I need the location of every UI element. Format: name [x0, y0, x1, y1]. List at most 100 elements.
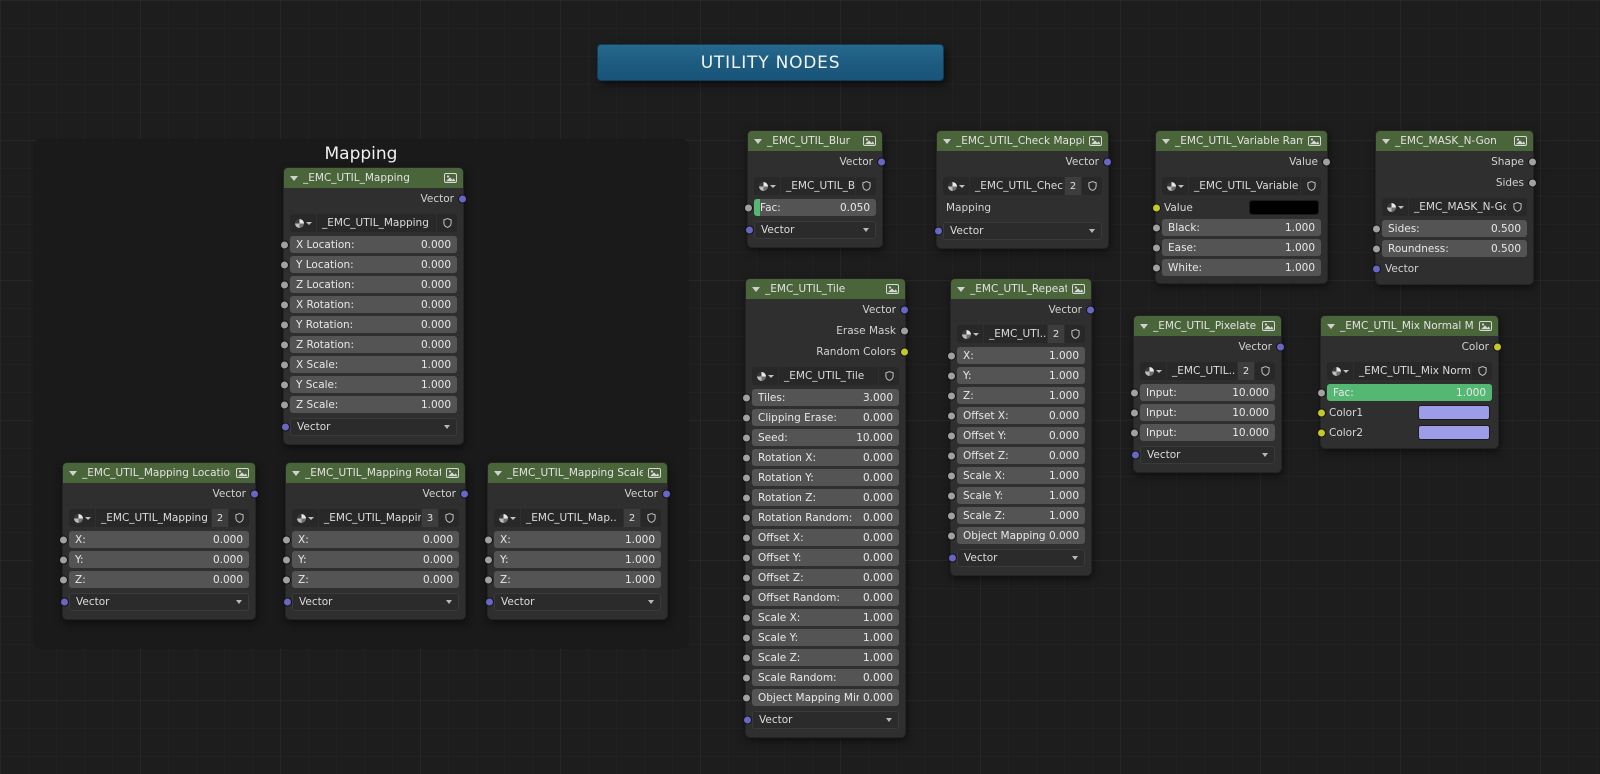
value-input-socket[interactable]: [742, 493, 751, 502]
number-field[interactable]: Ease: 1.000: [1152, 239, 1321, 256]
collapse-icon[interactable]: [290, 175, 298, 181]
user-count-badge[interactable]: 2: [212, 509, 228, 527]
datablock-name-field[interactable]: _EMC_UTIL_Variable Ra..: [1189, 177, 1300, 195]
value-input-socket[interactable]: [742, 653, 751, 662]
node-tile[interactable]: _EMC_UTIL_Tile Vector Erase Mask Random Col…: [742, 278, 909, 738]
node-maprot[interactable]: _EMC_UTIL_Mapping RotationVector_EMC_UTI…: [282, 462, 469, 620]
node-header[interactable]: _EMC_UTIL_Tile: [746, 279, 905, 299]
collapse-icon[interactable]: [1162, 138, 1170, 144]
value-input-socket[interactable]: [1152, 263, 1161, 272]
browse-datablock-button[interactable]: [752, 367, 778, 385]
number-field[interactable]: X: 0.000: [59, 531, 249, 548]
datablock-name-field[interactable]: _EMC_UTIL_Map..: [521, 509, 623, 527]
vector-input-socket[interactable]: [934, 226, 943, 236]
browse-datablock-button[interactable]: [957, 325, 983, 343]
number-field[interactable]: Object Mapping Mirror:0.000: [742, 689, 899, 706]
user-count-badge[interactable]: 2: [624, 509, 640, 527]
number-field[interactable]: Rotation Y: 0.000: [742, 469, 899, 486]
number-field[interactable]: Y: 0.000: [282, 551, 459, 568]
value-input-socket[interactable]: [1130, 428, 1139, 437]
value-input-socket[interactable]: [742, 473, 751, 482]
collapse-icon[interactable]: [752, 286, 760, 292]
number-field[interactable]: Y: 1.000: [947, 367, 1085, 384]
value-input-socket[interactable]: [280, 360, 289, 369]
fake-user-shield-button[interactable]: [856, 177, 876, 195]
vector-output-socket[interactable]: [1276, 342, 1285, 352]
value-input-socket[interactable]: [280, 320, 289, 329]
vector-input-socket[interactable]: [1131, 450, 1140, 460]
node-header[interactable]: _EMC_UTIL_Mapping Scale: [488, 463, 667, 483]
vector-input-socket[interactable]: [283, 597, 292, 607]
browse-datablock-button[interactable]: [290, 214, 316, 232]
number-field[interactable]: Rotation X: 0.000: [742, 449, 899, 466]
node-ramp[interactable]: _EMC_UTIL_Variable Ramp Value _EMC_UTIL_Va…: [1152, 130, 1331, 284]
fake-user-shield-button[interactable]: [1507, 198, 1527, 216]
browse-datablock-button[interactable]: [292, 509, 318, 527]
number-field[interactable]: Object Mapping Mi:0.000: [947, 527, 1085, 544]
value-input-socket[interactable]: [280, 300, 289, 309]
user-count-badge[interactable]: 3: [422, 509, 438, 527]
vector-input-socket[interactable]: [745, 225, 754, 235]
number-field[interactable]: Rotation Z: 0.000: [742, 489, 899, 506]
value-input-socket[interactable]: [947, 491, 956, 500]
value-output-socket[interactable]: [1528, 157, 1537, 167]
value-input-socket[interactable]: [484, 575, 493, 584]
fake-user-shield-button[interactable]: [1301, 177, 1321, 195]
value-input-socket[interactable]: [282, 555, 291, 564]
value-input-socket[interactable]: [280, 280, 289, 289]
value-input-socket[interactable]: [1317, 388, 1326, 397]
datablock-name-field[interactable]: _EMC_UTIL_Check ..: [970, 177, 1064, 195]
vector-mode-dropdown[interactable]: Vector: [1131, 446, 1275, 464]
collapse-icon[interactable]: [69, 470, 77, 476]
browse-datablock-button[interactable]: [754, 177, 780, 195]
number-field[interactable]: Offset Random: 0.000: [742, 589, 899, 606]
number-field[interactable]: X Location: 0.000: [280, 236, 457, 253]
datablock-name-field[interactable]: _EMC_MASK_N-Gon: [1409, 198, 1506, 216]
user-count-badge[interactable]: 2: [1048, 325, 1064, 343]
number-field[interactable]: Z: 1.000: [484, 571, 661, 588]
node-header[interactable]: _EMC_UTIL_Check Mapping: [937, 131, 1108, 151]
fake-user-shield-button[interactable]: [1065, 325, 1085, 343]
datablock-name-field[interactable]: _EMC_UTIL_Blur: [781, 177, 855, 195]
node-blur[interactable]: _EMC_UTIL_BlurVector_EMC_UTIL_BlurFac:0.…: [744, 130, 886, 248]
value-input-socket[interactable]: [742, 673, 751, 682]
number-field[interactable]: Z Scale: 1.000: [280, 396, 457, 413]
value-input-socket[interactable]: [742, 633, 751, 642]
collapse-icon[interactable]: [957, 286, 965, 292]
number-field[interactable]: Offset Z: 0.000: [947, 447, 1085, 464]
value-output-socket[interactable]: [1528, 178, 1537, 188]
node-ngon[interactable]: _EMC_MASK_N-Gon Shape Sides _EMC_MASK_N-Gon…: [1372, 130, 1537, 285]
value-input-socket[interactable]: [947, 451, 956, 460]
browse-datablock-button[interactable]: [1140, 362, 1166, 380]
color-swatch[interactable]: [1417, 405, 1490, 420]
value-output-socket[interactable]: [900, 326, 909, 336]
browse-datablock-button[interactable]: [1162, 177, 1188, 195]
node-header[interactable]: _EMC_UTIL_Pixelate: [1134, 316, 1281, 336]
vector-output-socket[interactable]: [1103, 157, 1112, 167]
fake-user-shield-button[interactable]: [1472, 362, 1492, 380]
number-field[interactable]: Y Scale: 1.000: [280, 376, 457, 393]
value-input-socket[interactable]: [742, 613, 751, 622]
number-field[interactable]: Seed: 10.000: [742, 429, 899, 446]
fake-user-shield-button[interactable]: [641, 509, 661, 527]
vector-input-socket[interactable]: [485, 597, 494, 607]
value-input-socket[interactable]: [280, 400, 289, 409]
number-field[interactable]: X Scale: 1.000: [280, 356, 457, 373]
node-mapping[interactable]: _EMC_UTIL_Mapping Vector _EMC_UTIL_Mapping…: [280, 167, 467, 445]
node-mix[interactable]: _EMC_UTIL_Mix Normal Map Color _EMC_UTIL_M…: [1317, 315, 1502, 449]
datablock-name-field[interactable]: _EMC_UTIL..: [1167, 362, 1237, 380]
browse-datablock-button[interactable]: [1327, 362, 1353, 380]
datablock-name-field[interactable]: _EMC_UTIL_Mix Normal ..: [1354, 362, 1471, 380]
number-field[interactable]: Y Location: 0.000: [280, 256, 457, 273]
number-field[interactable]: Scale X: 1.000: [742, 609, 899, 626]
color-output-socket[interactable]: [900, 347, 909, 357]
browse-datablock-button[interactable]: [494, 509, 520, 527]
color-input-socket[interactable]: [1317, 408, 1326, 417]
node-header[interactable]: _EMC_UTIL_Variable Ramp: [1156, 131, 1327, 151]
color-swatch[interactable]: [1249, 200, 1319, 215]
fake-user-shield-button[interactable]: [1082, 177, 1102, 195]
number-field[interactable]: X: 0.000: [282, 531, 459, 548]
number-field[interactable]: Rotation Random: 0.000: [742, 509, 899, 526]
number-field[interactable]: Offset X: 0.000: [742, 529, 899, 546]
fake-user-shield-button[interactable]: [229, 509, 249, 527]
